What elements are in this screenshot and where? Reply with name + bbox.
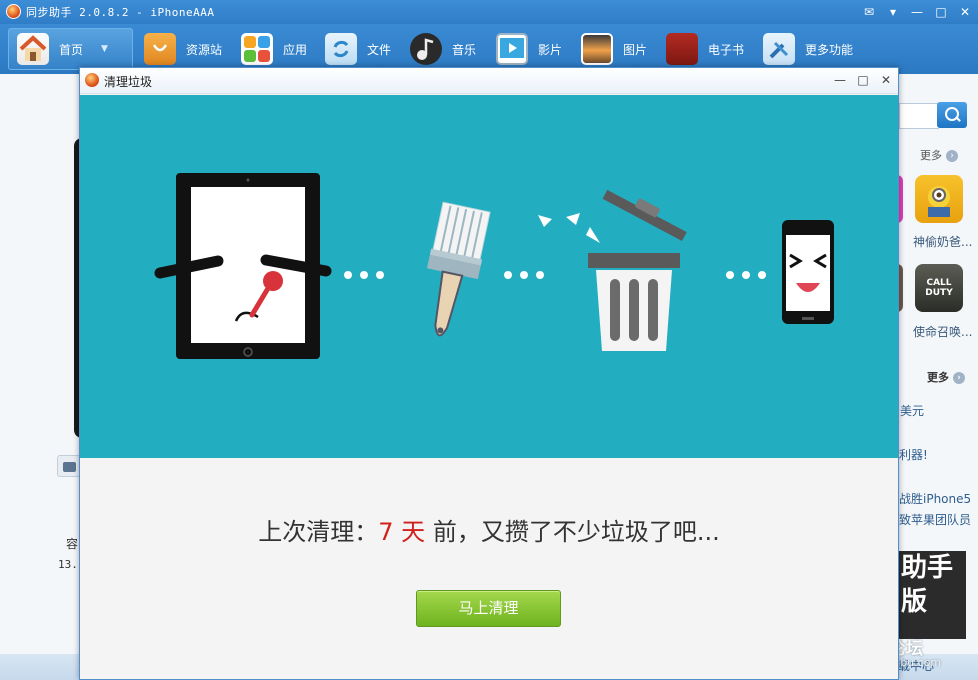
camera-icon [63,462,76,472]
app-titlebar: 同步助手 2.0.8.2 - iPhoneAAA ✉ ▾ — □ ✕ [0,0,978,24]
news-item[interactable]: 致苹果团队员 [899,511,971,528]
tab-videos-label: 影片 [538,42,563,57]
tab-apps[interactable]: 应用 [241,28,307,70]
folder-sync-icon [325,33,357,65]
tab-home[interactable]: 首页 ▼ [8,28,133,70]
tab-files-label: 文件 [367,42,392,57]
tongbu-logo-icon [85,73,99,87]
app-title: 同步助手 2.0.8.2 - iPhoneAAA [26,6,215,19]
sad-tablet-icon [154,173,332,359]
dialog-minimize-button[interactable]: — [832,71,848,89]
clean-junk-dialog: 清理垃圾 — □ ✕ 上次清理：7 天 前，又攒了不少垃圾了吧... 马上清理 [79,67,899,680]
banner-line: 版 [901,587,928,617]
dialog-title: 清理垃圾 [104,75,153,89]
screenshot-button[interactable] [57,455,81,477]
tab-music[interactable]: 音乐 [410,28,476,70]
clean-now-button[interactable]: 马上清理 [416,590,561,627]
happy-phone-icon [782,220,834,324]
clean-illustration [80,95,898,458]
home-icon [17,33,49,65]
tab-more-functions[interactable]: 更多功能 [763,28,853,70]
tools-icon [763,33,795,65]
tab-resources[interactable]: 资源站 [144,28,222,70]
tab-resources-label: 资源站 [186,42,223,57]
dialog-maximize-button[interactable]: □ [855,71,871,89]
minion-icon[interactable] [915,175,963,223]
tab-home-label: 首页 [59,42,84,57]
more-link-news[interactable]: 更多 › [927,369,965,385]
video-play-icon [496,33,528,65]
headline-prefix: 上次清理： [258,518,379,546]
illustration-svg [154,173,834,359]
capacity-label: 容 [66,537,79,551]
tab-music-label: 音乐 [452,42,477,57]
last-clean-headline: 上次清理：7 天 前，又攒了不少垃圾了吧... [80,512,898,547]
arrow-right-icon: › [953,372,965,384]
tab-photos-label: 图片 [623,42,648,57]
more-link-apps[interactable]: 更多 › [920,147,958,163]
shopping-bag-icon [144,33,176,65]
minimize-button[interactable]: — [908,3,926,21]
progress-dots [344,271,766,279]
promo-banner[interactable]: 助手版 [899,551,966,639]
dialog-titlebar: 清理垃圾 — □ ✕ [80,68,898,94]
app-tile-text: CALL DUTY [925,278,953,298]
tab-more-functions-label: 更多功能 [805,42,854,57]
maximize-button[interactable]: □ [932,3,950,21]
message-icon[interactable]: ✉ [860,3,878,21]
tab-photos[interactable]: 图片 [581,28,647,70]
book-icon [666,33,698,65]
trash-scraps-icon [538,213,600,243]
app-name[interactable]: 神偷奶爸... [913,233,972,250]
arrow-right-icon: › [946,150,958,162]
more-label: 更多 [927,371,949,384]
days-since-clean: 7 天 [378,518,426,546]
menu-dropdown-icon[interactable]: ▾ [884,3,902,21]
apps-grid-icon [241,33,273,65]
dialog-close-button[interactable]: ✕ [878,71,894,89]
trash-bin-icon [588,189,687,351]
tab-videos[interactable]: 影片 [496,28,562,70]
search-input[interactable] [899,103,939,129]
tab-files[interactable]: 文件 [325,28,391,70]
more-label: 更多 [920,149,942,162]
call-of-duty-icon[interactable]: CALL DUTY [915,264,963,312]
close-button[interactable]: ✕ [956,3,974,21]
news-item[interactable]: 美元 [900,402,924,419]
photo-icon [581,33,613,65]
chevron-down-icon[interactable]: ▼ [101,44,108,54]
app-name[interactable]: 使命召唤... [913,323,972,340]
tongbu-logo-icon [6,4,21,19]
news-item[interactable]: 战胜iPhone5 [899,490,971,507]
tab-ebooks[interactable]: 电子书 [666,28,744,70]
headline-suffix: 前，又攒了不少垃圾了吧... [425,518,720,546]
news-item[interactable]: 利器! [899,446,928,463]
tab-ebooks-label: 电子书 [708,42,745,57]
tab-apps-label: 应用 [283,42,308,57]
search-button[interactable] [937,102,967,128]
music-note-icon [410,33,442,65]
capacity-value: 13. [58,558,78,571]
brush-icon [427,201,491,337]
banner-line: 助手 [901,553,954,583]
